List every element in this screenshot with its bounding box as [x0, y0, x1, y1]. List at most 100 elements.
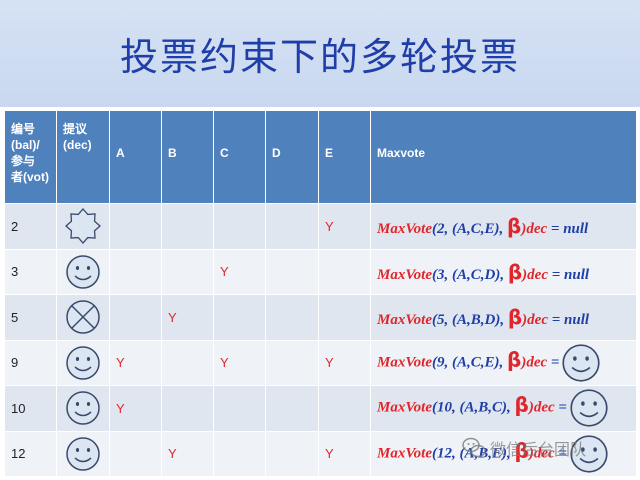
formula-name: MaxVote: [377, 399, 433, 416]
vote-cell-a: [109, 248, 162, 295]
header-a: A: [109, 110, 162, 204]
decision-cell: [56, 248, 110, 295]
vote-cell-b: [161, 203, 214, 250]
ballot-number: 12: [4, 430, 57, 477]
formula-beta: β: [514, 392, 529, 417]
table-row: 10 Y MaxVote(10, (A,B,C), β)dec =: [4, 385, 637, 432]
formula-dec: )dec: [521, 221, 548, 238]
maxvote-formula: MaxVote(2, (A,C,E), β)dec = null: [370, 203, 637, 250]
formula-result: =: [547, 354, 560, 371]
crossed-circle-icon: [65, 299, 101, 335]
table-row: 3 Y MaxVote(3, (A,C,D), β)dec = null: [4, 248, 637, 295]
formula-args: (5, (A,B,D),: [432, 312, 508, 329]
formula-dec: )dec: [521, 354, 548, 371]
formula-beta: β: [507, 214, 522, 239]
vote-cell-b: [161, 248, 214, 295]
smiley-face-icon: [561, 343, 601, 383]
vote-cell-e: Y: [318, 430, 371, 477]
ballot-number: 9: [4, 339, 57, 386]
formula-name: MaxVote: [377, 221, 433, 238]
vote-cell-a: [109, 203, 162, 250]
formula-name: MaxVote: [377, 354, 433, 371]
vote-cell-e: [318, 385, 371, 432]
header-ballot: 编号 (bal)/ 参与 者(vot): [4, 110, 57, 204]
vote-cell-b: [161, 339, 214, 386]
ballot-number: 2: [4, 203, 57, 250]
vote-cell-c: Y: [213, 248, 266, 295]
formula-args: (12, (A,B,E),: [432, 445, 515, 462]
vote-cell-b: Y: [161, 294, 214, 341]
formula-args: (9, (A,C,E),: [432, 354, 508, 371]
formula-result: = null: [547, 221, 589, 238]
smiley-face-icon: [65, 345, 101, 381]
formula-beta: β: [507, 305, 523, 330]
smiley-face-icon: [65, 436, 101, 472]
maxvote-formula: MaxVote(5, (A,B,D), β)dec = null: [370, 294, 637, 341]
vote-cell-d: [265, 385, 319, 432]
decision-cell: [56, 430, 110, 477]
header-maxvote: Maxvote: [370, 110, 637, 204]
formula-args: (10, (A,B,C),: [432, 399, 515, 416]
table-row: 12 Y Y MaxVote(12, (A,B,E), β)dec =: [4, 430, 637, 477]
ballot-number: 10: [4, 385, 57, 432]
table-row: 2 Y MaxVote(2, (A,C,E), β)dec = null: [4, 203, 637, 250]
vote-cell-c: [213, 430, 266, 477]
vote-cell-e: Y: [318, 203, 371, 250]
vote-cell-d: [265, 294, 319, 341]
table-header-row: 编号 (bal)/ 参与 者(vot) 提议 (dec) A B C D E M…: [4, 110, 637, 204]
vote-cell-d: [265, 248, 319, 295]
header-c: C: [213, 110, 266, 204]
vote-cell-e: [318, 294, 371, 341]
vote-table: 编号 (bal)/ 参与 者(vot) 提议 (dec) A B C D E M…: [4, 110, 637, 477]
header-d: D: [265, 110, 319, 204]
formula-dec: )dec: [528, 399, 555, 416]
decision-cell: [56, 339, 110, 386]
formula-dec: )dec: [522, 266, 548, 283]
slide-title: 投票约束下的多轮投票: [119, 35, 520, 79]
maxvote-formula: MaxVote(12, (A,B,E), β)dec =: [370, 430, 637, 477]
table-row: 5 Y MaxVote(5, (A,B,D), β)dec = null: [4, 294, 637, 341]
header-e: E: [318, 110, 371, 204]
vote-cell-c: Y: [213, 339, 266, 386]
formula-name: MaxVote: [377, 445, 433, 462]
formula-result: =: [554, 399, 567, 416]
vote-cell-c: [213, 294, 266, 341]
vote-cell-a: Y: [109, 339, 162, 386]
maxvote-formula: MaxVote(9, (A,C,E), β)dec =: [370, 339, 637, 386]
vote-cell-b: [161, 385, 214, 432]
vote-cell-b: Y: [161, 430, 214, 477]
star-burst-icon: [65, 208, 101, 245]
formula-args: (3, (A,C,D),: [432, 266, 508, 283]
formula-beta: β: [507, 259, 523, 284]
formula-result: = null: [547, 312, 590, 329]
formula-result: =: [554, 445, 567, 462]
smiley-face-icon: [569, 388, 609, 428]
formula-dec: )dec: [522, 312, 548, 329]
formula-beta: β: [514, 438, 529, 463]
vote-cell-d: [265, 430, 319, 477]
formula-result: = null: [547, 266, 590, 283]
smiley-face-icon: [569, 434, 609, 474]
vote-cell-d: [265, 203, 319, 250]
formula-name: MaxVote: [377, 266, 433, 283]
formula-args: (2, (A,C,E),: [432, 221, 508, 238]
decision-cell: [56, 203, 110, 250]
vote-cell-a: [109, 430, 162, 477]
decision-cell: [56, 294, 110, 341]
vote-cell-c: [213, 203, 266, 250]
formula-dec: )dec: [528, 445, 555, 462]
decision-cell: [56, 385, 110, 432]
vote-cell-d: [265, 339, 319, 386]
vote-cell-e: [318, 248, 371, 295]
smiley-face-icon: [65, 390, 101, 426]
formula-beta: β: [507, 347, 522, 372]
ballot-number: 5: [4, 294, 57, 341]
header-decision: 提议 (dec): [56, 110, 110, 204]
vote-cell-e: Y: [318, 339, 371, 386]
maxvote-formula: MaxVote(10, (A,B,C), β)dec =: [370, 385, 637, 432]
smiley-face-icon: [65, 254, 101, 290]
title-band: 投票约束下的多轮投票: [0, 0, 640, 107]
ballot-number: 3: [4, 248, 57, 295]
formula-name: MaxVote: [377, 312, 433, 329]
vote-cell-a: [109, 294, 162, 341]
